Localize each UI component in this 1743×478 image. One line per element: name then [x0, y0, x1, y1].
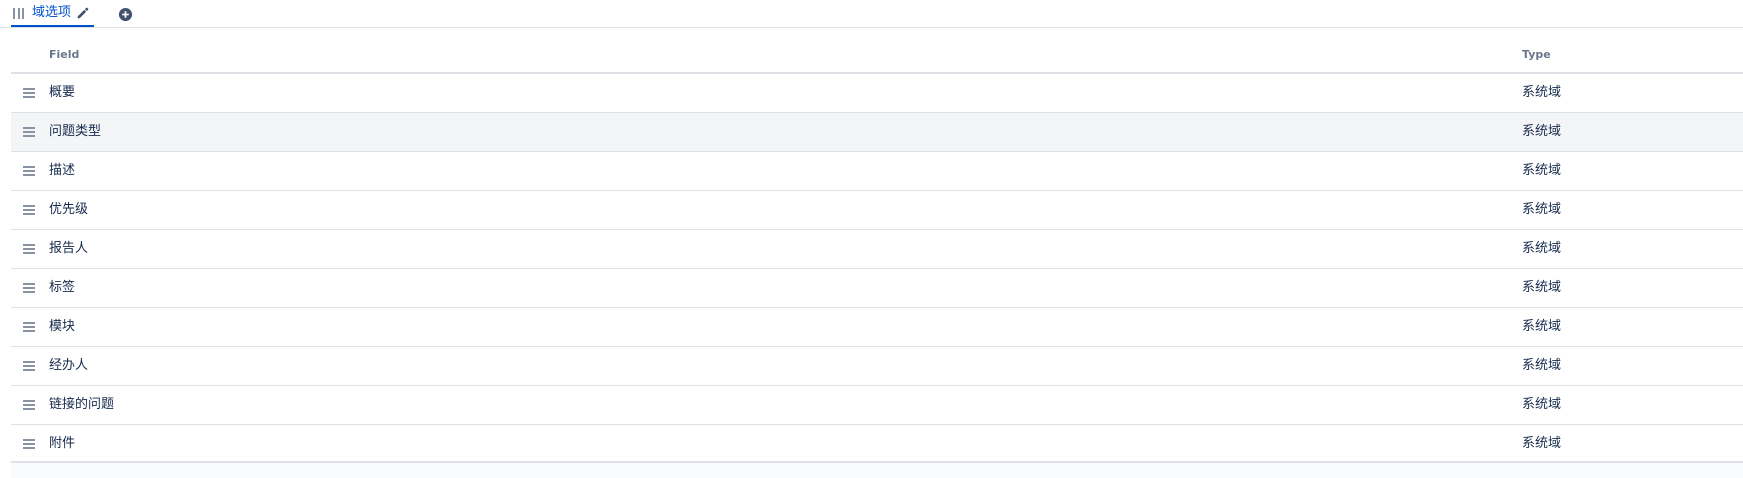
field-name: 经办人: [49, 358, 89, 373]
drag-handle-icon[interactable]: [23, 322, 35, 332]
tab-bar: 域选项: [0, 0, 1743, 28]
table-row[interactable]: 标签 系统域: [11, 269, 1743, 308]
table-row[interactable]: 报告人 系统域: [11, 230, 1743, 269]
drag-handle-icon[interactable]: [23, 361, 35, 371]
field-type: 系统域: [1522, 241, 1562, 256]
field-type: 系统域: [1522, 319, 1562, 334]
drag-grip-icon[interactable]: [13, 7, 24, 19]
table-row[interactable]: 概要 系统域: [11, 74, 1743, 113]
field-name: 概要: [49, 85, 76, 100]
column-header-type: Type: [1522, 48, 1551, 61]
field-name: 描述: [49, 163, 76, 178]
column-header-field: Field: [49, 48, 80, 61]
screen-tab-editor: 域选项 Field Type 概要 系统域 问题类型 系统域 描述 系统域 优先…: [0, 0, 1743, 478]
table-row[interactable]: 问题类型 系统域: [11, 113, 1743, 152]
drag-handle-icon[interactable]: [23, 244, 35, 254]
table-header: Field Type: [11, 40, 1743, 74]
tab-label: 域选项: [32, 5, 72, 20]
field-type: 系统域: [1522, 397, 1562, 412]
table-row[interactable]: 模块 系统域: [11, 308, 1743, 347]
field-name: 标签: [49, 280, 76, 295]
field-type: 系统域: [1522, 202, 1562, 217]
field-name: 附件: [49, 436, 76, 451]
table-row[interactable]: 链接的问题 系统域: [11, 386, 1743, 425]
table-row[interactable]: 优先级 系统域: [11, 191, 1743, 230]
field-name: 问题类型: [49, 124, 102, 139]
field-name: 报告人: [49, 241, 89, 256]
plus-circle-icon[interactable]: [118, 7, 133, 22]
table-row[interactable]: 经办人 系统域: [11, 347, 1743, 386]
fields-table: Field Type 概要 系统域 问题类型 系统域 描述 系统域 优先级 系统…: [11, 40, 1743, 464]
table-row[interactable]: 描述 系统域: [11, 152, 1743, 191]
drag-handle-icon[interactable]: [23, 283, 35, 293]
table-row[interactable]: 附件 系统域: [11, 425, 1743, 464]
field-type: 系统域: [1522, 436, 1562, 451]
drag-handle-icon[interactable]: [23, 127, 35, 137]
field-type: 系统域: [1522, 358, 1562, 373]
field-type: 系统域: [1522, 163, 1562, 178]
field-type: 系统域: [1522, 85, 1562, 100]
field-type: 系统域: [1522, 124, 1562, 139]
field-name: 模块: [49, 319, 76, 334]
drag-handle-icon[interactable]: [23, 166, 35, 176]
drag-handle-icon[interactable]: [23, 205, 35, 215]
drag-handle-icon[interactable]: [23, 400, 35, 410]
drag-handle-icon[interactable]: [23, 88, 35, 98]
field-name: 链接的问题: [49, 397, 115, 412]
tab-field-options[interactable]: 域选项: [11, 0, 95, 27]
pencil-icon[interactable]: [76, 6, 90, 20]
field-name: 优先级: [49, 202, 89, 217]
field-type: 系统域: [1522, 280, 1562, 295]
drop-zone[interactable]: [11, 463, 1743, 478]
drag-handle-icon[interactable]: [23, 439, 35, 449]
